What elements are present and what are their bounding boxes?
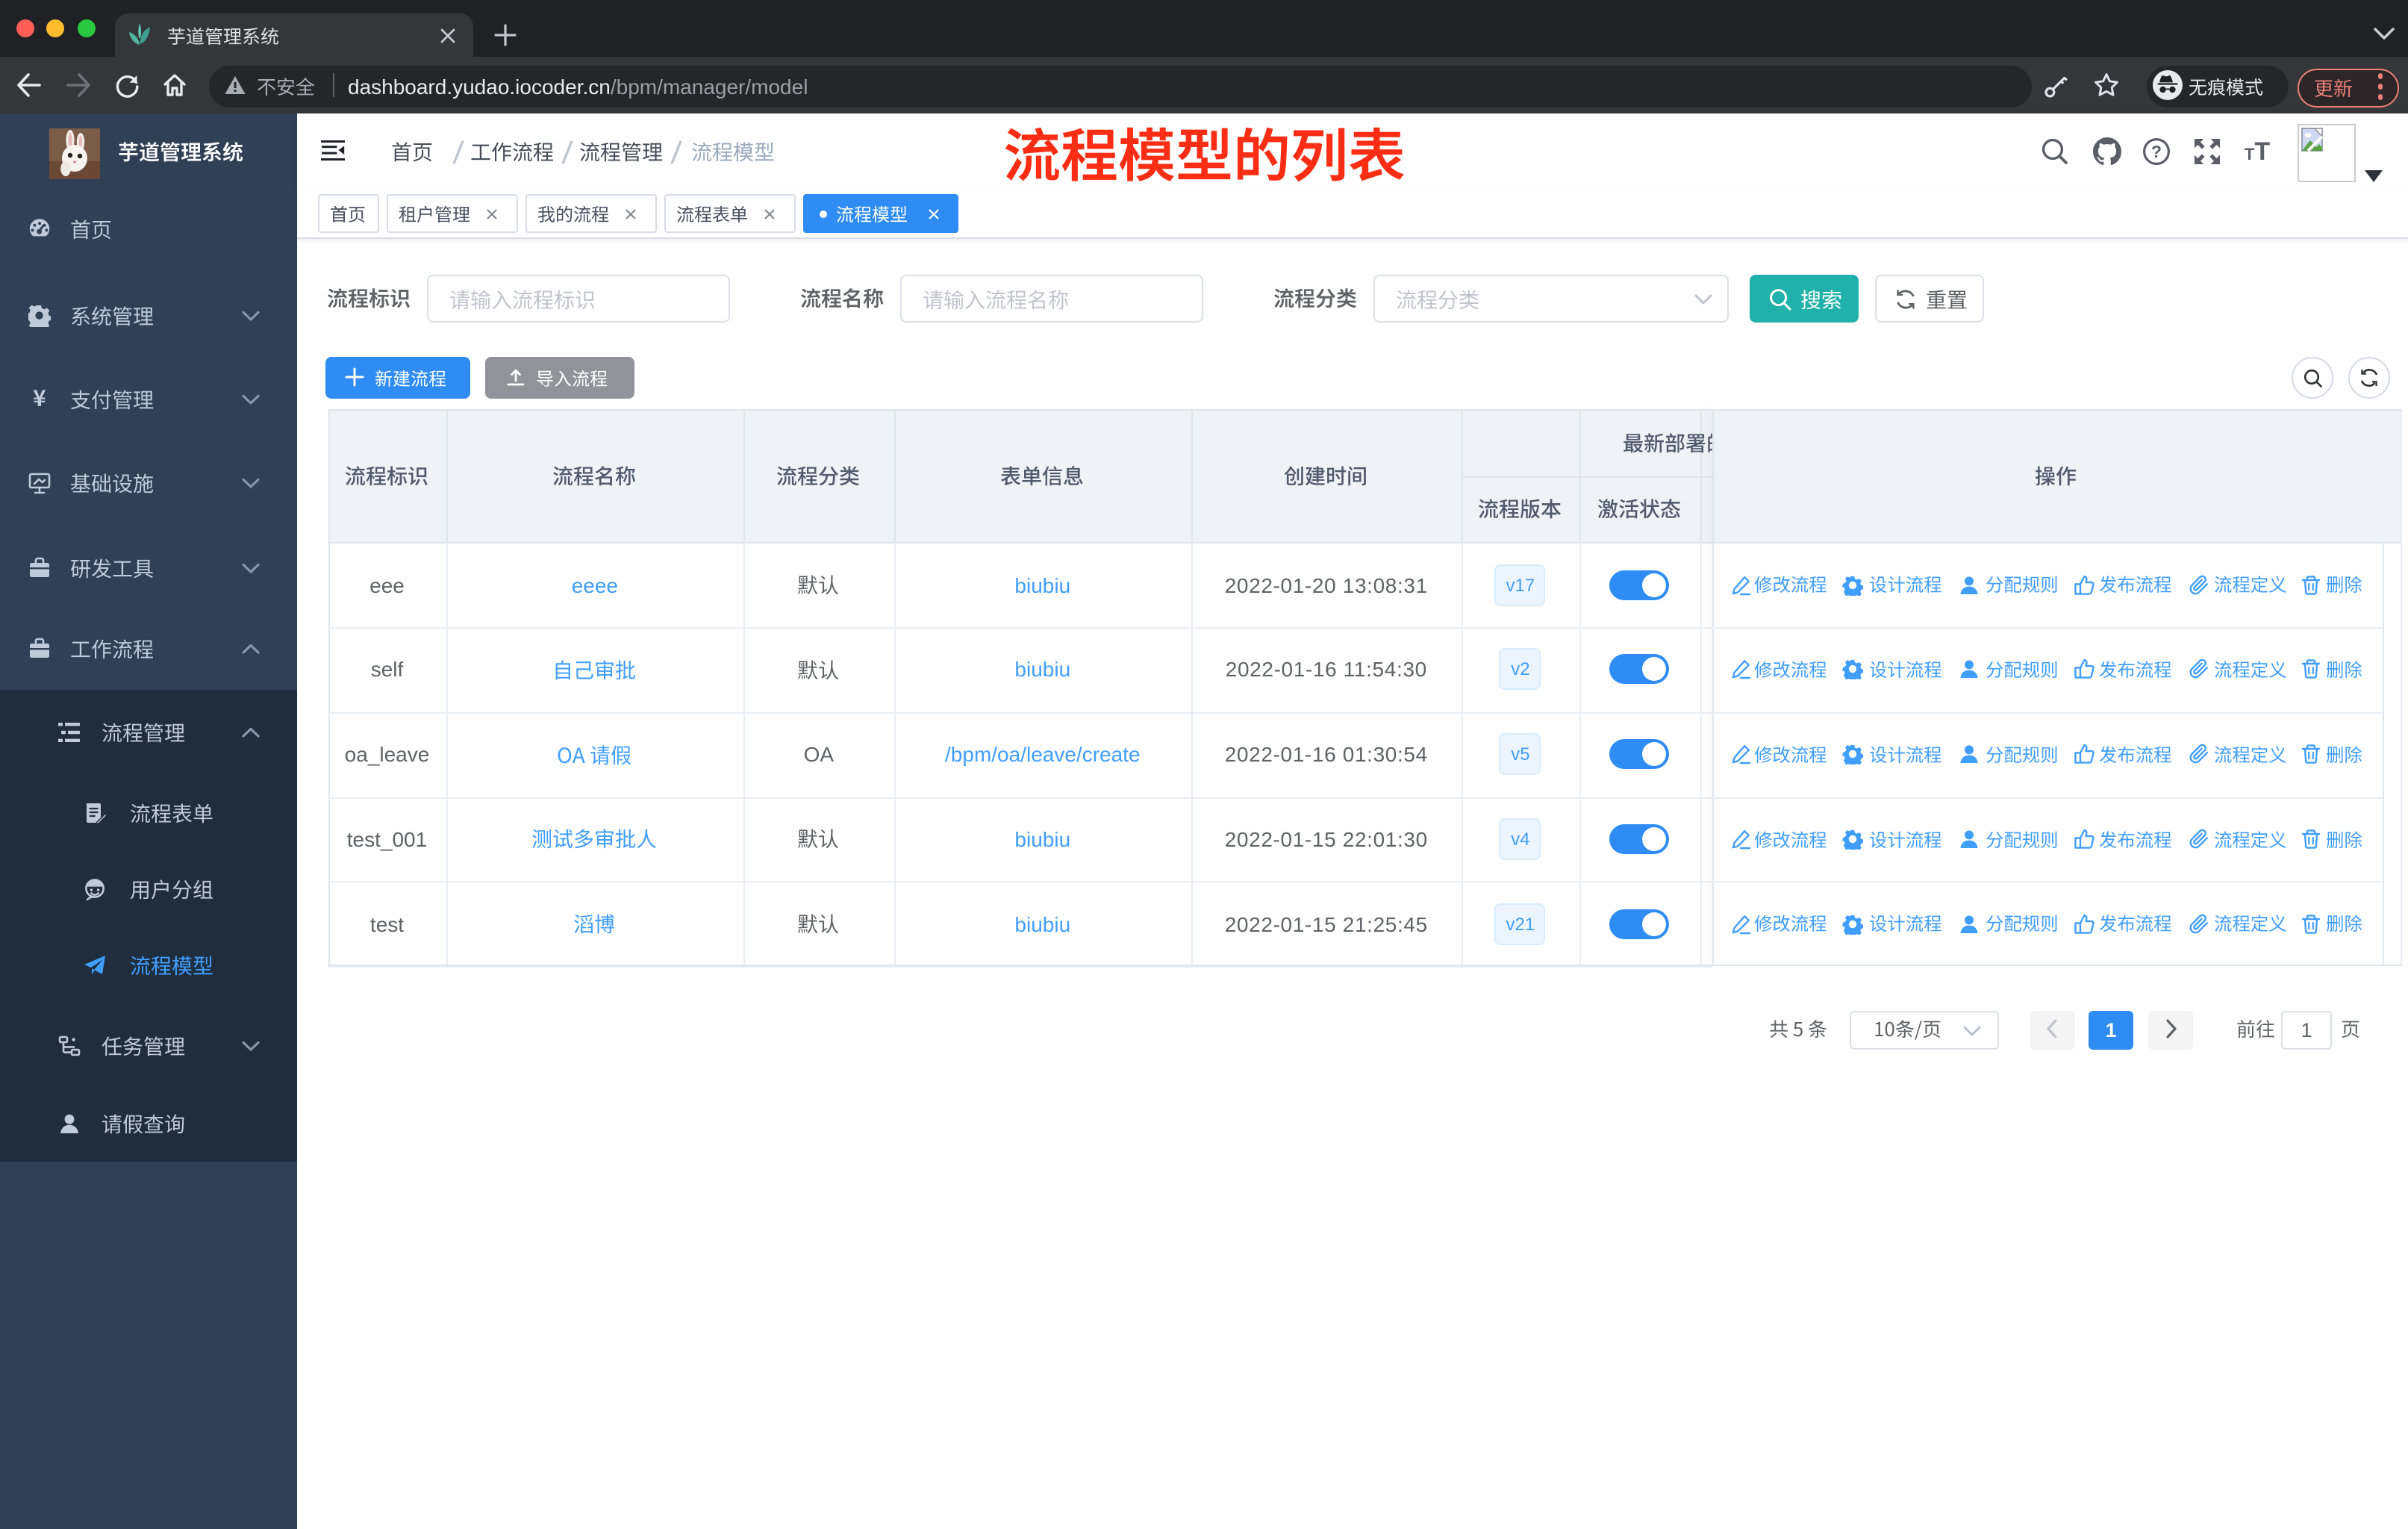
svg-text:?: ?	[2151, 142, 2162, 161]
